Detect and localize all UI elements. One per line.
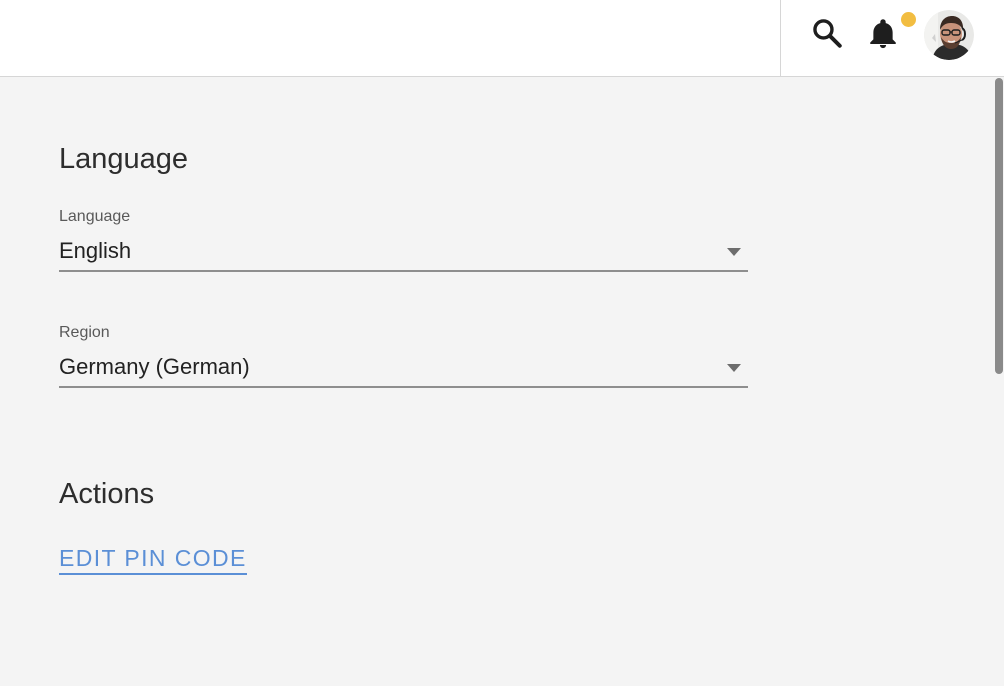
- bell-icon: [870, 19, 896, 49]
- actions-section-title: Actions: [59, 478, 155, 510]
- edit-pin-code-link[interactable]: EDIT PIN CODE: [59, 545, 247, 575]
- avatar[interactable]: [924, 10, 974, 60]
- region-select[interactable]: Germany (German): [59, 346, 748, 388]
- topbar-divider: [780, 0, 781, 77]
- search-button[interactable]: [808, 14, 846, 52]
- notifications-button[interactable]: [866, 12, 916, 54]
- region-field-label: Region: [59, 324, 110, 341]
- search-icon: [813, 19, 842, 48]
- chevron-down-icon: [727, 248, 741, 256]
- region-select-value: Germany (German): [59, 354, 250, 379]
- user-avatar-icon: [924, 10, 974, 60]
- language-section-title: Language: [59, 143, 189, 175]
- language-field-label: Language: [59, 208, 131, 225]
- notification-badge: [901, 12, 916, 27]
- scrollbar-thumb[interactable]: [995, 78, 1003, 374]
- top-bar: [0, 0, 1004, 77]
- chevron-down-icon: [727, 364, 741, 372]
- language-select-value: English: [59, 238, 132, 263]
- language-select[interactable]: English: [59, 230, 748, 272]
